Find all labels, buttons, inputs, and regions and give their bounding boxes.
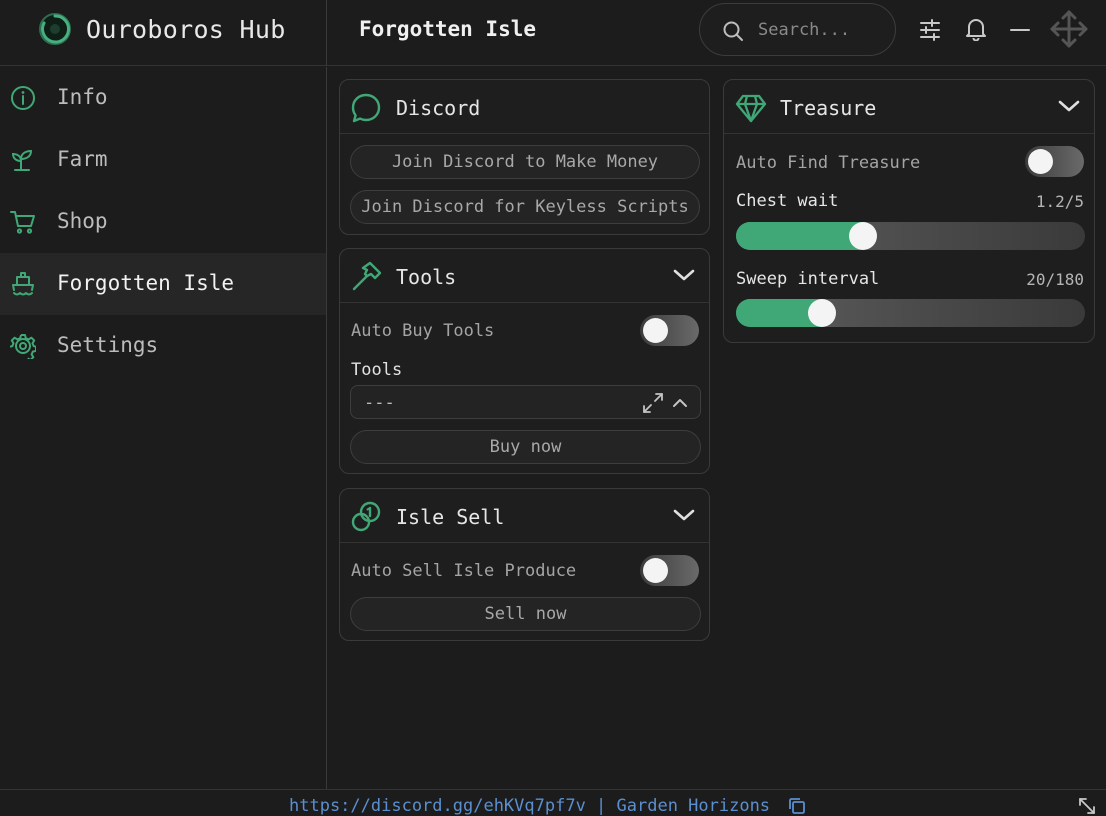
chest-wait-slider[interactable]: [736, 222, 1085, 250]
sliders-icon[interactable]: [919, 19, 941, 41]
chat-bubble-icon: [351, 93, 381, 123]
cart-icon: [10, 211, 35, 234]
ship-icon: [12, 272, 34, 296]
toggle-knob: [1028, 149, 1053, 174]
buy-now-button[interactable]: Buy now: [350, 430, 701, 464]
auto-find-treasure-label: Auto Find Treasure: [736, 153, 921, 173]
gear-icon: [10, 334, 36, 359]
minimize-icon[interactable]: [1010, 28, 1030, 32]
search-input[interactable]: [758, 18, 882, 42]
sidebar-item-label: Farm: [57, 147, 108, 171]
sidebar-item-info[interactable]: Info: [0, 67, 326, 129]
chest-wait-value: 1.2/5: [1035, 192, 1084, 211]
auto-sell-toggle[interactable]: [640, 555, 699, 586]
chevron-down-icon[interactable]: [1058, 98, 1080, 114]
search-icon: [723, 21, 743, 41]
card-title: Treasure: [780, 96, 877, 120]
tools-dropdown-label: Tools: [351, 360, 403, 380]
treasure-card-header[interactable]: Treasure: [724, 80, 1094, 134]
card-title: Isle Sell: [396, 505, 505, 529]
discord-card: Discord Join Discord to Make Money Join …: [339, 79, 710, 235]
toggle-knob: [643, 318, 668, 343]
sidebar: Info Farm Shop Forgotten Isle Settings: [0, 67, 327, 789]
sell-now-button[interactable]: Sell now: [350, 597, 701, 631]
bell-icon[interactable]: [965, 17, 987, 41]
auto-sell-label: Auto Sell Isle Produce: [351, 561, 577, 581]
ouroboros-logo-icon: [39, 13, 71, 45]
slider-fill: [736, 222, 863, 250]
slider-knob[interactable]: [849, 222, 877, 250]
discord-card-header: Discord: [340, 80, 709, 134]
auto-find-treasure-toggle[interactable]: [1025, 146, 1084, 177]
brand: Ouroboros Hub: [0, 0, 327, 66]
card-title: Discord: [396, 96, 481, 120]
copy-icon[interactable]: [788, 797, 806, 815]
sidebar-item-label: Forgotten Isle: [57, 271, 235, 295]
auto-buy-tools-label: Auto Buy Tools: [351, 321, 495, 341]
info-icon: [11, 86, 35, 110]
tools-card: Tools Auto Buy Tools Tools --- Buy now: [339, 248, 710, 474]
isle-sell-card-header[interactable]: Isle Sell: [340, 489, 709, 543]
diamond-icon: [735, 94, 767, 123]
sweep-interval-value: 20/180: [1026, 270, 1084, 289]
search-box[interactable]: [699, 3, 896, 56]
sidebar-item-label: Settings: [57, 333, 159, 357]
tools-dropdown-value: ---: [364, 393, 395, 413]
title-bar: Ouroboros Hub Forgotten Isle: [0, 0, 1106, 66]
chevron-down-icon[interactable]: [673, 507, 695, 523]
app-name: Ouroboros Hub: [86, 15, 286, 44]
resize-icon[interactable]: [1077, 797, 1097, 815]
sidebar-item-label: Shop: [57, 209, 108, 233]
auto-buy-tools-toggle[interactable]: [640, 315, 699, 346]
sweep-interval-label: Sweep interval: [736, 269, 880, 289]
move-icon[interactable]: [1049, 9, 1089, 49]
page-title: Forgotten Isle: [359, 17, 537, 41]
sidebar-item-label: Info: [57, 85, 108, 109]
join-discord-keyless-button[interactable]: Join Discord for Keyless Scripts: [350, 190, 700, 224]
footer-link[interactable]: https://discord.gg/ehKVq7pf7v | Garden H…: [289, 796, 770, 816]
tools-card-header[interactable]: Tools: [340, 249, 709, 303]
expand-icon[interactable]: [642, 392, 664, 414]
sidebar-item-farm[interactable]: Farm: [0, 129, 326, 191]
isle-sell-card: Isle Sell Auto Sell Isle Produce Sell no…: [339, 488, 710, 641]
coins-icon: [351, 501, 381, 532]
sidebar-item-shop[interactable]: Shop: [0, 191, 326, 253]
tools-dropdown[interactable]: ---: [350, 385, 701, 419]
sidebar-item-forgotten-isle[interactable]: Forgotten Isle: [0, 253, 326, 315]
card-title: Tools: [396, 265, 457, 289]
sprout-icon: [11, 149, 33, 171]
chevron-down-icon[interactable]: [673, 267, 695, 283]
chest-wait-label: Chest wait: [736, 191, 839, 211]
join-discord-money-button[interactable]: Join Discord to Make Money: [350, 145, 700, 179]
toggle-knob: [643, 558, 668, 583]
hammer-icon: [352, 261, 382, 291]
sweep-interval-slider[interactable]: [736, 299, 1085, 327]
footer-bar: https://discord.gg/ehKVq7pf7v | Garden H…: [0, 789, 1106, 816]
sidebar-item-settings[interactable]: Settings: [0, 315, 326, 377]
treasure-card: Treasure Auto Find Treasure Chest wait 1…: [723, 79, 1095, 343]
chevron-up-icon[interactable]: [672, 397, 688, 409]
slider-knob[interactable]: [808, 299, 836, 327]
